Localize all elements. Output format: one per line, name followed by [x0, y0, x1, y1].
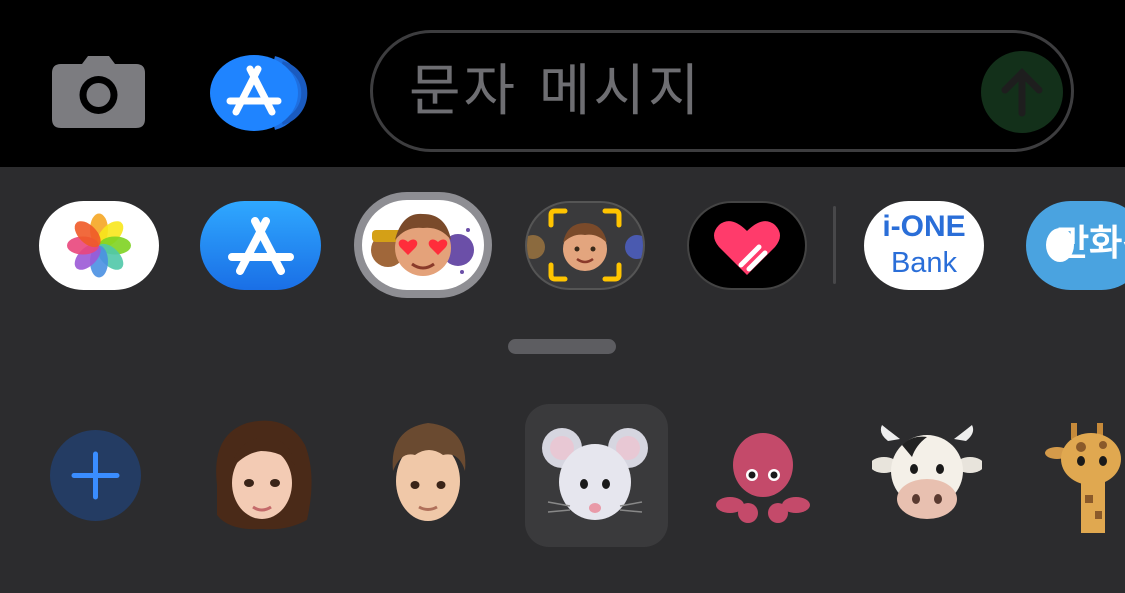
giraffe-animoji-sticker[interactable] — [1045, 415, 1125, 533]
boy-memoji-icon — [392, 423, 466, 521]
boy-memoji-sticker[interactable] — [373, 415, 483, 533]
photos-icon — [67, 213, 131, 278]
arrow-up-icon — [1001, 68, 1043, 117]
octopus-icon — [716, 433, 810, 523]
octopus-animoji-sticker[interactable] — [708, 415, 818, 533]
app-store-icon — [210, 55, 308, 131]
manhwa-label: 만화경 — [1056, 223, 1125, 264]
cow-icon — [870, 425, 984, 519]
app-store-icon — [228, 217, 294, 275]
camera-icon — [52, 56, 145, 128]
cow-animoji-sticker[interactable] — [870, 415, 984, 533]
app-store[interactable] — [200, 201, 321, 290]
plus-icon — [71, 451, 120, 500]
add-memoji-button[interactable] — [50, 430, 141, 521]
mouse-icon — [542, 428, 648, 520]
giraffe-icon — [1045, 423, 1121, 533]
woman-memoji-icon — [216, 420, 312, 530]
message-placeholder: 문자 메시지 — [409, 59, 703, 124]
app-divider — [833, 206, 836, 284]
bank-name-line2: Bank — [890, 247, 958, 279]
message-input-bar: 문자 메시지 — [0, 0, 1125, 167]
app-memoji-stickers[interactable] — [362, 200, 484, 290]
woman-memoji-sticker[interactable] — [207, 415, 317, 533]
app-photos[interactable] — [39, 201, 159, 290]
app-manhwa[interactable]: 만화경 — [1026, 201, 1125, 290]
drawer-grabber[interactable] — [508, 339, 616, 354]
send-button[interactable] — [981, 51, 1063, 133]
heart-icon — [714, 221, 780, 275]
app-memoji-camera[interactable] — [525, 201, 645, 290]
camera-button[interactable] — [52, 56, 145, 128]
message-input[interactable]: 문자 메시지 — [370, 30, 1074, 152]
memoji-camera-icon — [527, 208, 643, 282]
mouse-animoji-sticker[interactable] — [540, 418, 650, 536]
bank-name-line1: i-ONE — [882, 210, 966, 243]
memoji-icon — [371, 213, 474, 276]
app-store-button[interactable] — [210, 54, 318, 132]
app-bank[interactable]: i-ONE Bank — [864, 201, 984, 290]
app-digital-touch[interactable] — [687, 201, 807, 290]
